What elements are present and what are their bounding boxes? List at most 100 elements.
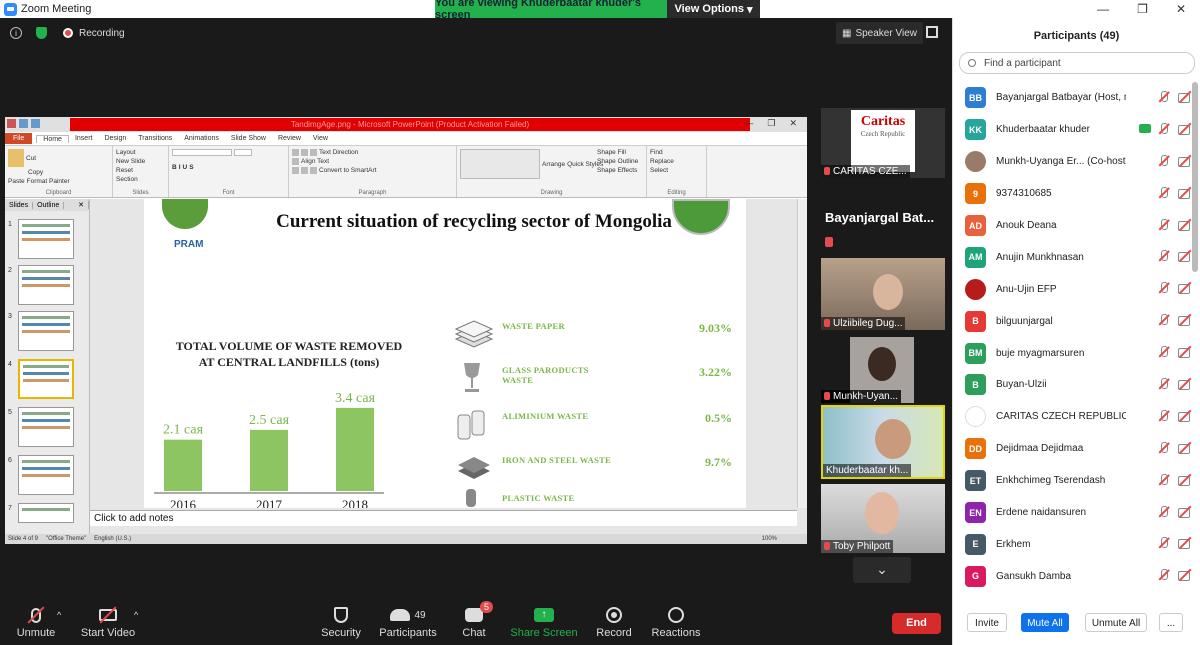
participant-row[interactable]: BB Bayanjargal Batbayar (Host, me)	[953, 82, 1193, 114]
select-button[interactable]: Select	[650, 167, 703, 174]
align-center-icon[interactable]	[301, 167, 308, 174]
reactions-button[interactable]: Reactions	[636, 605, 716, 639]
bold-icon[interactable]: B	[172, 164, 177, 171]
info-icon[interactable]: i	[10, 27, 22, 39]
find-button[interactable]: Find	[650, 149, 703, 156]
zoom-level[interactable]: 100%	[762, 536, 807, 542]
participant-row[interactable]: ET Enkhchimeg Tserendash	[953, 465, 1193, 497]
shape-effects-button[interactable]: Shape Effects	[597, 167, 637, 174]
participant-row[interactable]: CARITAS CZECH REPUBLIC CARIT...	[953, 401, 1193, 433]
encryption-shield-icon[interactable]	[36, 27, 47, 39]
view-options-button[interactable]: View Options ▾	[667, 0, 760, 18]
participant-row[interactable]: Bbilguunjargal	[953, 305, 1193, 337]
video-options-caret-icon[interactable]: ^	[134, 610, 138, 620]
copy-button[interactable]: Copy	[28, 169, 43, 176]
tab-home[interactable]: Home	[36, 134, 69, 143]
participant-search-input[interactable]: Find a participant	[959, 52, 1195, 74]
slide-thumbnail[interactable]	[18, 265, 74, 305]
slide-thumbnail[interactable]	[18, 219, 74, 259]
shape-fill-button[interactable]: Shape Fill	[597, 149, 626, 156]
slide-thumbnail-selected[interactable]	[18, 359, 74, 399]
tab-transitions[interactable]: Transitions	[132, 135, 178, 142]
line-spacing-icon[interactable]	[292, 158, 299, 165]
chat-button[interactable]: 5 Chat	[434, 601, 514, 639]
participant-row[interactable]: BM buje myagmarsuren	[953, 337, 1193, 369]
paste-button[interactable]: Paste	[8, 178, 25, 185]
font-name-box[interactable]	[172, 149, 232, 156]
strike-icon[interactable]: S	[189, 164, 193, 171]
replace-button[interactable]: Replace	[650, 158, 703, 165]
font-size-box[interactable]	[234, 149, 252, 156]
tab-slides[interactable]: Slides	[5, 201, 34, 209]
align-left-icon[interactable]	[292, 167, 299, 174]
tab-review[interactable]: Review	[272, 135, 307, 142]
section-button[interactable]: Section	[116, 176, 138, 183]
close-button[interactable]: ✕	[1176, 2, 1186, 16]
slide-thumbnail[interactable]	[18, 311, 74, 351]
participant-row[interactable]: DD Dejidmaa Dejidmaa	[953, 433, 1193, 465]
bullets-icon[interactable]	[292, 149, 299, 156]
save-icon[interactable]	[19, 119, 28, 128]
cut-button[interactable]: Cut	[26, 155, 36, 162]
align-text-button[interactable]: Align Text	[301, 158, 329, 165]
shape-outline-button[interactable]: Shape Outline	[597, 158, 638, 165]
participant-row[interactable]: 9 9374310685	[953, 178, 1193, 210]
new-slide-button[interactable]: New Slide	[116, 158, 145, 165]
arrange-button[interactable]: Arrange	[542, 161, 565, 168]
current-slide[interactable]: PRAM Current situation of recycling sect…	[144, 199, 746, 508]
participant-list-scrollbar[interactable]	[1192, 82, 1198, 272]
indent-icon[interactable]	[310, 149, 317, 156]
tab-animations[interactable]: Animations	[178, 135, 225, 142]
participant-row[interactable]: AD Anouk Deana	[953, 210, 1193, 242]
tab-outline[interactable]: Outline	[33, 201, 65, 209]
tab-design[interactable]: Design	[98, 135, 132, 142]
participant-row[interactable]: Munkh-Uyanga Er... (Co-host)	[953, 146, 1193, 178]
layout-button[interactable]: Layout	[116, 149, 136, 156]
ppt-close-icon[interactable]: ✕	[789, 118, 797, 129]
minimize-button[interactable]: —	[1097, 2, 1109, 16]
more-options-button[interactable]: ...	[1159, 613, 1183, 632]
fullscreen-icon[interactable]	[926, 26, 938, 38]
notes-pane[interactable]: Click to add notes	[90, 510, 797, 526]
participant-row[interactable]: KK Khuderbaatar khuder	[953, 114, 1193, 146]
convert-smartart-button[interactable]: Convert to SmartArt	[319, 167, 376, 174]
ppt-restore-icon[interactable]: ❐	[767, 118, 775, 129]
participant-row[interactable]: AM Anujin Munkhnasan	[953, 241, 1193, 273]
participant-row[interactable]: E Erkhem	[953, 528, 1193, 560]
text-direction-button[interactable]: Text Direction	[319, 149, 358, 156]
format-painter-button[interactable]: Format Painter	[27, 178, 70, 185]
close-panel-icon[interactable]: ✕	[74, 201, 89, 209]
underline-icon[interactable]: U	[183, 164, 188, 171]
paste-icon[interactable]	[8, 149, 24, 167]
participant-row[interactable]: EN Erdene naidansuren	[953, 497, 1193, 529]
align-right-icon[interactable]	[310, 167, 317, 174]
unmute-all-button[interactable]: Unmute All	[1085, 613, 1147, 632]
participant-row[interactable]: B Buyan-Ulzii	[953, 369, 1193, 401]
unmute-button[interactable]: Unmute	[0, 605, 76, 639]
video-tile-host-name-only[interactable]: Bayanjargal Bat...	[821, 200, 945, 250]
language-indicator[interactable]: English (U.S.)	[94, 536, 131, 542]
slide-thumbnail[interactable]	[18, 503, 74, 523]
shapes-gallery-icon[interactable]	[460, 149, 540, 179]
video-tile[interactable]: Toby Philpott	[821, 484, 945, 553]
undo-icon[interactable]	[31, 119, 40, 128]
video-tile[interactable]: Ulziibileg Dug...	[821, 258, 945, 330]
participant-row[interactable]: Anu-Ujin EFP	[953, 273, 1193, 305]
video-tile-active-speaker[interactable]: Khuderbaatar kh...	[821, 405, 945, 479]
slide-vertical-scrollbar[interactable]	[797, 199, 807, 508]
participant-row[interactable]: G Gansukh Damba	[953, 560, 1193, 592]
slide-thumbnail[interactable]	[18, 455, 74, 495]
share-screen-button[interactable]: ↑ Share Screen	[504, 605, 584, 639]
invite-button[interactable]: Invite	[967, 613, 1007, 632]
maximize-button[interactable]: ❐	[1137, 2, 1148, 16]
end-meeting-button[interactable]: End	[892, 613, 941, 634]
tab-view[interactable]: View	[307, 135, 334, 142]
tab-file[interactable]: File	[5, 133, 33, 144]
video-tile-caritas[interactable]: Caritas Czech Republic CARITAS CZE...	[821, 108, 945, 178]
chevron-down-icon[interactable]: ⌄	[853, 557, 911, 583]
ppt-minimize-icon[interactable]: —	[744, 118, 753, 129]
numbering-icon[interactable]	[301, 149, 308, 156]
tab-slide-show[interactable]: Slide Show	[225, 135, 272, 142]
reset-button[interactable]: Reset	[116, 167, 133, 174]
speaker-view-button[interactable]: ▦ Speaker View	[836, 22, 923, 44]
